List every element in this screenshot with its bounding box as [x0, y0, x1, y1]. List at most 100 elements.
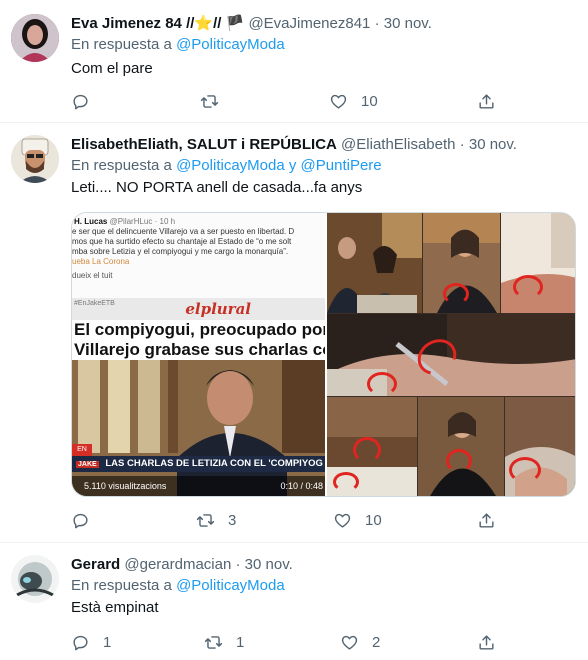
photo-signing: [327, 397, 417, 496]
reply-mention[interactable]: @PoliticayModa: [176, 157, 285, 174]
video-screenshot[interactable]: H. Lucas @PilarHLuc · 10 h e ser que el …: [72, 213, 325, 496]
timestamp[interactable]: 30 nov.: [384, 15, 432, 32]
tweet-text: Com el pare: [71, 60, 153, 77]
photo-queen-seated: [418, 397, 504, 496]
retweet-button[interactable]: [200, 91, 232, 111]
reply-prefix: En respuesta a: [71, 577, 172, 594]
tweet-1[interactable]: Eva Jimenez 84 //⭐// 🏴 @EvaJimenez841 · …: [0, 0, 588, 123]
reply-mention-2[interactable]: @PuntiPere: [301, 157, 382, 174]
separator-dot: ·: [459, 136, 465, 153]
reply-button[interactable]: [71, 510, 103, 530]
like-button[interactable]: 10: [333, 510, 382, 530]
photo-royals-office: [327, 213, 422, 313]
video-frame: #EnJakeETB elplural El compiyogui, preoc…: [72, 298, 325, 496]
action-bar: 10: [71, 91, 501, 111]
highlight-circle: [367, 372, 397, 396]
translate-link: dueix el tuit: [72, 271, 113, 280]
video-tag: #EnJakeETB: [74, 300, 115, 307]
retweet-count: 1: [236, 633, 245, 651]
retweet-button[interactable]: 1: [204, 632, 244, 652]
quoted-hashtag: ueba La Corona: [72, 257, 130, 266]
reply-button[interactable]: [71, 91, 103, 111]
heart-icon: [330, 94, 347, 109]
reply-mention[interactable]: @PoliticayModa: [176, 577, 285, 594]
like-button[interactable]: 2: [340, 632, 380, 652]
tweet-header: ElisabethEliath, SALUT i REPÚBLICA @Elia…: [71, 135, 576, 155]
author-handle[interactable]: @gerardmacian: [124, 556, 231, 573]
timestamp[interactable]: 30 nov.: [245, 556, 293, 573]
share-icon: [479, 634, 494, 650]
highlight-circle: [509, 457, 541, 483]
share-button[interactable]: [477, 510, 496, 530]
separator-dot: ·: [374, 15, 380, 32]
reply-context: En respuesta a @PoliticayModa: [71, 576, 576, 596]
reply-icon: [73, 94, 88, 109]
timestamp[interactable]: 30 nov.: [469, 136, 517, 153]
highlight-circle: [446, 449, 472, 473]
highlight-circle: [353, 437, 381, 463]
quoted-handle: @PilarHLuc: [109, 217, 153, 226]
retweet-count: 3: [228, 511, 237, 529]
like-count: 2: [372, 633, 381, 651]
reply-mention[interactable]: @PoliticayModa: [176, 36, 285, 53]
quoted-line-2: mos que ha surtido efecto su chantaje al…: [72, 237, 292, 246]
tweet-3[interactable]: Gerard @gerardmacian · 30 nov. En respue…: [0, 543, 588, 660]
reply-context: En respuesta a @PoliticayModa y @PuntiPe…: [71, 156, 576, 176]
headline-line-1: El compiyogui, preocupado porque: [74, 320, 325, 339]
author-handle[interactable]: @EvaJimenez841: [248, 15, 370, 32]
highlight-circle: [513, 275, 543, 299]
media-attachment[interactable]: H. Lucas @PilarHLuc · 10 h e ser que el …: [71, 212, 576, 497]
headline-line-2: Villarejo grabase sus charlas con Let: [74, 340, 325, 359]
quoted-tweet-card: H. Lucas @PilarHLuc · 10 h e ser que el …: [72, 213, 325, 298]
retweet-icon: [204, 635, 223, 649]
photo-collage[interactable]: [327, 213, 575, 496]
photo-hand-2: [505, 397, 575, 496]
reply-context: En respuesta a @PoliticayModa: [71, 35, 576, 55]
tweet-header: Gerard @gerardmacian · 30 nov.: [71, 555, 576, 575]
heart-icon: [341, 635, 358, 650]
lower-third-text: LAS CHARLAS DE LETIZIA CON EL 'COMPIYOG: [105, 458, 323, 469]
action-bar: 3 10: [71, 510, 501, 530]
retweet-button[interactable]: 3: [196, 510, 236, 530]
author-name[interactable]: Gerard: [71, 556, 120, 573]
action-bar: 1 1 2: [71, 632, 501, 652]
lower-third: JAKE LAS CHARLAS DE LETIZIA CON EL 'COMP…: [72, 456, 325, 472]
view-count: 5.110 visualitzacions: [84, 481, 167, 491]
live-tag: EN: [72, 444, 92, 456]
tweet-text: Leti.... NO PORTA anell de casada...fa a…: [71, 179, 363, 196]
author-name[interactable]: Eva Jimenez 84 //⭐// 🏴: [71, 15, 244, 32]
reply-count: 1: [103, 633, 112, 651]
reply-prefix: En respuesta a: [71, 157, 172, 174]
heart-icon: [334, 513, 351, 528]
avatar[interactable]: [11, 135, 59, 183]
share-button[interactable]: [477, 632, 496, 652]
reply-prefix: En respuesta a: [71, 36, 172, 53]
video-controls[interactable]: 5.110 visualitzacions 0:10 / 0:48: [72, 476, 325, 496]
like-button[interactable]: 10: [329, 91, 378, 111]
avatar[interactable]: [11, 555, 59, 603]
brand-logo: elplural: [185, 300, 251, 318]
quoted-author: H. Lucas: [74, 217, 108, 226]
share-button[interactable]: [477, 91, 496, 111]
avatar[interactable]: [11, 14, 59, 62]
tweet-2[interactable]: ElisabethEliath, SALUT i REPÚBLICA @Elia…: [0, 123, 588, 543]
separator-dot: ·: [235, 556, 241, 573]
share-icon: [479, 512, 494, 528]
quoted-line-3: mba sobre Letizia y el compiyogui y me c…: [72, 247, 289, 256]
author-handle[interactable]: @EliathElisabeth: [341, 136, 455, 153]
share-icon: [479, 93, 494, 109]
reply-join: y: [288, 157, 297, 174]
reply-button[interactable]: 1: [71, 632, 111, 652]
lower-tag: JAKE: [76, 461, 99, 468]
video-duration: 0:10 / 0:48: [280, 481, 323, 491]
tweet-text: Està empinat: [71, 599, 159, 616]
retweet-icon: [196, 513, 215, 527]
photo-queen-portrait: [423, 213, 500, 313]
reply-icon: [73, 513, 88, 528]
photo-hand-1: [501, 213, 575, 313]
author-name[interactable]: ElisabethEliath, SALUT i REPÚBLICA: [71, 136, 337, 153]
retweet-icon: [200, 94, 219, 108]
reply-icon: [73, 635, 88, 650]
video-headline: El compiyogui, preocupado porque Villare…: [72, 320, 325, 360]
highlight-circle: [333, 472, 359, 492]
